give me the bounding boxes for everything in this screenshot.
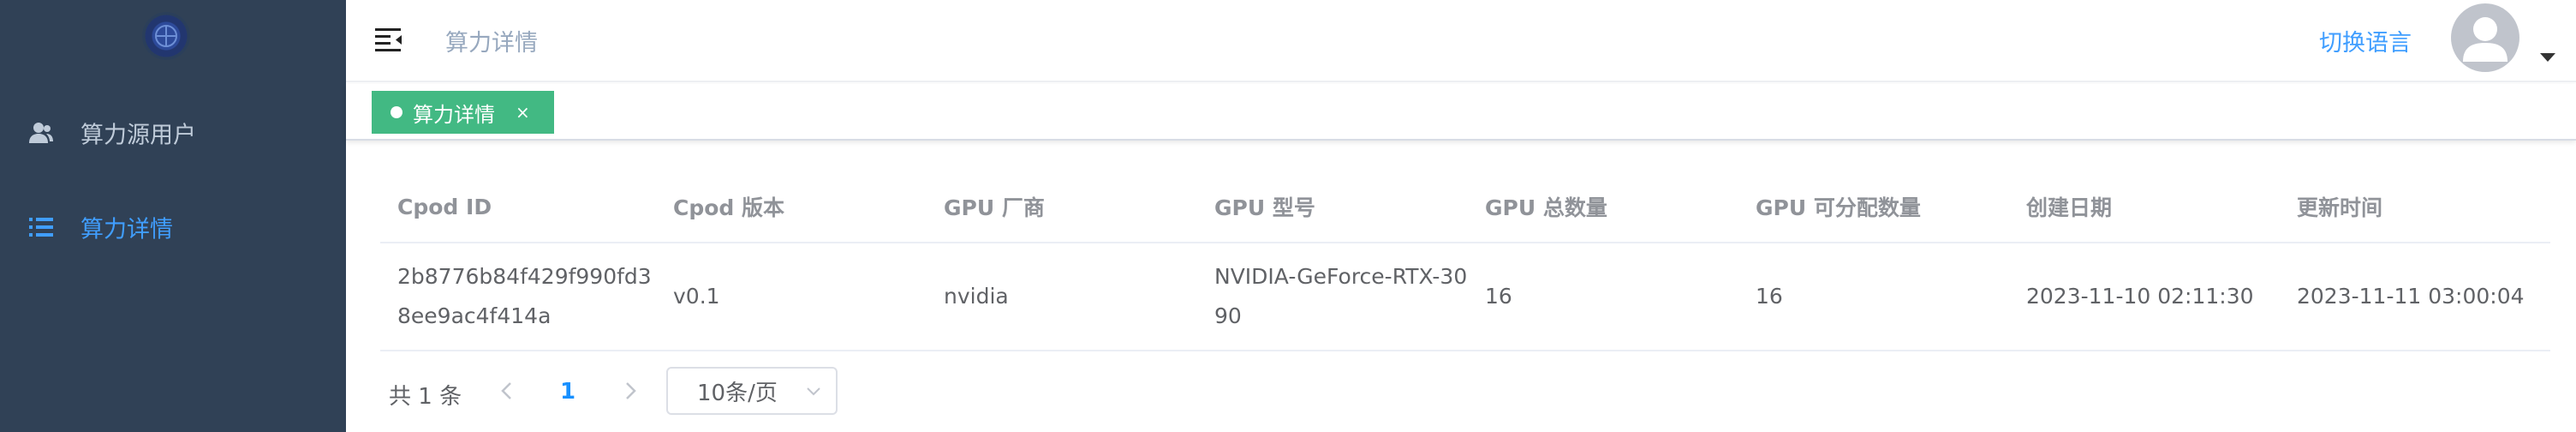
tag-label: 算力详情: [413, 102, 495, 127]
cell-cpod-version: v0.1: [673, 284, 720, 309]
cell-gpu-vendor: nvidia: [944, 284, 1009, 309]
cell-updated-time: 2023-11-11 03:00:04: [2297, 284, 2525, 309]
table-row[interactable]: 2b8776b84f429f990fd38ee9ac4f414a v0.1 nv…: [380, 243, 2550, 351]
column-header: Cpod 版本: [673, 195, 785, 220]
language-switch-link[interactable]: 切换语言: [2319, 24, 2412, 57]
sidebar-item-compute-users[interactable]: 算力源用户: [0, 86, 346, 180]
logo: [142, 12, 190, 60]
table-header: Cpod ID Cpod 版本 GPU 厂商 GPU 型号 GPU 总数量 GP…: [380, 171, 2550, 243]
cell-gpu-model: NVIDIA-GeForce-RTX-3090: [1214, 264, 1468, 328]
active-dot-icon: [391, 106, 402, 118]
cell-gpu-allocatable: 16: [1756, 284, 1783, 309]
sidebar-item-compute-details[interactable]: 算力详情: [0, 180, 346, 274]
close-icon[interactable]: ×: [516, 104, 530, 121]
caret-down-icon[interactable]: [2540, 53, 2555, 62]
cell-created-date: 2023-11-10 02:11:30: [2026, 284, 2254, 309]
breadcrumb: 算力详情: [445, 30, 538, 57]
hamburger-icon[interactable]: [373, 24, 404, 55]
cell-gpu-total: 16: [1485, 284, 1512, 309]
data-table: Cpod ID Cpod 版本 GPU 厂商 GPU 型号 GPU 总数量 GP…: [380, 171, 2550, 351]
tags-view: 算力详情 ×: [346, 84, 2576, 141]
column-header: GPU 厂商: [944, 195, 1045, 220]
sidebar-item-label: 算力源用户: [80, 122, 196, 149]
page-size-select[interactable]: 10条/页: [666, 367, 838, 415]
chevron-left-icon[interactable]: [492, 375, 522, 406]
column-header: GPU 可分配数量: [1756, 195, 1921, 220]
pagination-total: 共 1 条: [389, 384, 462, 410]
column-header: GPU 型号: [1214, 195, 1315, 220]
column-header: 更新时间: [2297, 195, 2383, 220]
tag-compute-details[interactable]: 算力详情 ×: [372, 91, 554, 134]
cell-cpod-id: 2b8776b84f429f990fd38ee9ac4f414a: [397, 264, 652, 328]
sidebar: 算力源用户 算力详情: [0, 0, 346, 432]
list-icon: [29, 218, 53, 237]
chevron-right-icon[interactable]: [615, 375, 646, 406]
navbar: 算力详情 切换语言: [346, 0, 2576, 82]
column-header: 创建日期: [2026, 195, 2113, 220]
page-size-label: 10条/页: [697, 380, 778, 406]
sidebar-item-label: 算力详情: [80, 216, 173, 243]
users-icon: [29, 123, 53, 143]
page-number[interactable]: 1: [560, 379, 575, 405]
user-avatar-icon[interactable]: [2451, 3, 2519, 72]
chevron-down-icon: [807, 387, 820, 396]
column-header: Cpod ID: [397, 194, 492, 219]
column-header: GPU 总数量: [1485, 195, 1607, 220]
